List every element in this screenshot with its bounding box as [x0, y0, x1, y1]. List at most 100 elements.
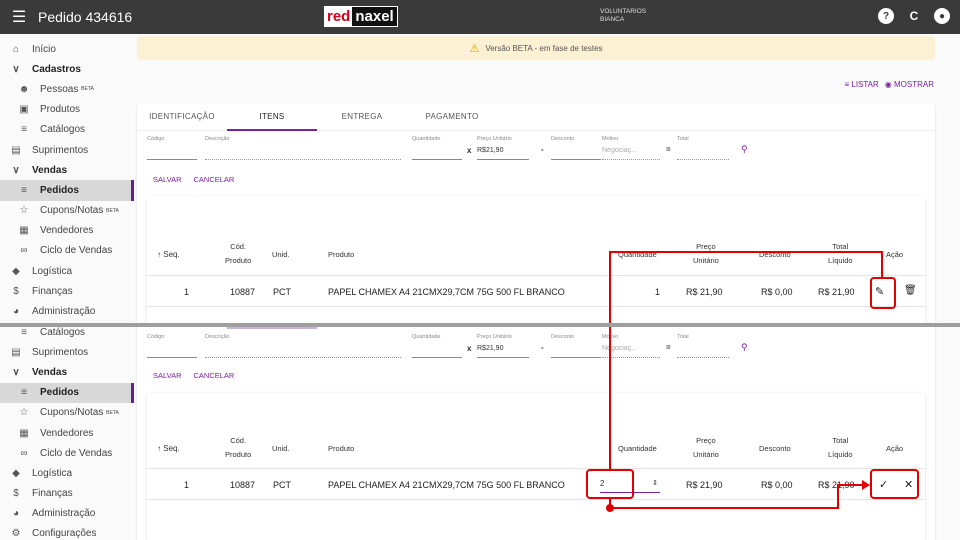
annotation-arrow-line: [837, 484, 863, 486]
sidebar-item-cupons[interactable]: ☆ Cupons/Notas BETA: [0, 403, 134, 423]
mostrar-button[interactable]: ◉ MOSTRAR: [885, 80, 934, 89]
tab-itens[interactable]: ITENS: [227, 103, 317, 131]
people-icon: ☻: [18, 83, 30, 95]
infinity-icon: ∞: [20, 245, 28, 257]
sidebar-item-configuracoes[interactable]: ⚙ Configurações: [0, 524, 134, 540]
header-total: Total Líquido: [828, 240, 853, 268]
header-cod-produto: Cód. Produto: [225, 434, 251, 462]
tab-identificacao[interactable]: IDENTIFICAÇÃO: [137, 103, 227, 130]
sidebar-item-vendedores[interactable]: ▦ Vendedores: [0, 423, 134, 443]
sort-arrow-icon[interactable]: ↑ Seq.: [157, 248, 180, 262]
infinity-icon: ∞: [20, 447, 28, 459]
sidebar-item-suprimentos[interactable]: ▤ Suprimentos: [0, 342, 134, 362]
sidebar-item-produtos[interactable]: ▣ Produtos: [0, 100, 134, 120]
home-icon: ⌂: [12, 43, 20, 55]
beta-badge: BETA: [106, 409, 119, 416]
motivo-select[interactable]: Motivo Negociaç...: [602, 136, 660, 160]
desconto-field[interactable]: Desconto: [551, 136, 601, 160]
cell-quantidade: 1: [655, 287, 661, 297]
page-title: Pedido 434616: [38, 9, 133, 25]
tab-pagamento[interactable]: PAGAMENTO: [407, 103, 497, 130]
annotation-arrowhead: [862, 480, 870, 490]
sidebar-item-logistica[interactable]: ◆ Logística: [0, 463, 134, 483]
quantidade-field[interactable]: Quantidade: [412, 136, 462, 160]
sidebar-item-label: Produtos: [40, 104, 81, 116]
sidebar-item-vendas[interactable]: ∨ Vendas: [0, 160, 134, 180]
motivo-value: Negociaç...: [602, 345, 638, 352]
banner-text: Versão BETA - em fase de testes: [485, 43, 603, 53]
sidebar-item-pedidos[interactable]: ≡ Pedidos: [0, 382, 134, 403]
sidebar-item-label: Suprimentos: [32, 346, 89, 358]
chevron-down-icon: ∨: [12, 164, 20, 176]
salvar-button[interactable]: SALVAR: [153, 175, 181, 184]
sidebar-item-pedidos[interactable]: ≡ Pedidos: [0, 180, 134, 201]
descricao-field[interactable]: Descrição: [205, 334, 401, 358]
descricao-field[interactable]: Descrição: [205, 136, 401, 160]
desconto-field[interactable]: Desconto: [551, 334, 601, 358]
logistics-icon: ◆: [12, 467, 20, 479]
preco-field[interactable]: Preço Unitário R$21,90: [477, 136, 529, 160]
sidebar-item-ciclo-vendas[interactable]: ∞ Ciclo de Vendas: [0, 443, 134, 463]
sidebar-item-cupons[interactable]: ☆ Cupons/Notas BETA: [0, 201, 134, 221]
refresh-icon[interactable]: C: [906, 8, 922, 24]
sidebar-item-financas[interactable]: $ Finanças: [0, 484, 134, 504]
delete-trash-icon[interactable]: 🗑: [904, 285, 917, 296]
sort-arrow-icon[interactable]: ↑ Seq.: [157, 442, 180, 456]
panel-editing-row: ≡ Catálogos ▤ Suprimentos ∨ Vendas ≡ Pedidos…: [0, 327, 960, 540]
sidebar-item-logistica[interactable]: ◆ Logística: [0, 261, 134, 281]
cell-produto: PAPEL CHAMEX A4 21CMX29,7CM 75G 500 FL B…: [328, 287, 565, 297]
menu-icon[interactable]: ☰: [0, 7, 38, 27]
sidebar-item-pessoas[interactable]: ☻ Pessoas BETA: [0, 79, 134, 99]
sidebar-item-administracao[interactable]: ◕ Administração: [0, 301, 134, 321]
total-label: Total: [677, 136, 689, 142]
header-preco-line2: Unitário: [693, 450, 719, 459]
tab-entrega[interactable]: ENTREGA: [317, 103, 407, 130]
sidebar-item-label: Logística: [32, 265, 73, 277]
search-icon[interactable]: ⚲: [741, 342, 748, 353]
rednaxel-logo: red naxel: [324, 6, 398, 27]
header-unid: Unid.: [272, 250, 290, 259]
sidebar-item-vendas[interactable]: ∨ Vendas: [0, 362, 134, 382]
motivo-value: Negociaç...: [602, 147, 638, 154]
header-cod-line1: Cód.: [230, 242, 247, 251]
cancelar-button[interactable]: CANCELAR: [193, 175, 234, 184]
codigo-field[interactable]: Código: [147, 334, 197, 358]
motivo-label: Motivo: [602, 136, 619, 142]
account-icon[interactable]: ●: [934, 8, 950, 24]
sidebar-item-ciclo-vendas[interactable]: ∞ Ciclo de Vendas: [0, 241, 134, 261]
badge-icon: ▦: [19, 225, 29, 237]
coupon-icon: ☆: [19, 205, 29, 217]
header-cod-produto: Cód. Produto: [225, 240, 251, 268]
quantidade-field[interactable]: Quantidade: [412, 334, 462, 358]
header-preco-line2: Unitário: [693, 256, 719, 265]
sidebar-item-catalogos[interactable]: ≡ Catálogos: [0, 120, 134, 140]
sidebar-item-inicio[interactable]: ⌂ Início: [0, 39, 134, 59]
sidebar-item-administracao[interactable]: ◕ Administração: [0, 504, 134, 524]
listar-button[interactable]: ≡ LISTAR: [844, 80, 878, 89]
sidebar-item-vendedores[interactable]: ▦ Vendedores: [0, 221, 134, 241]
beta-banner: ⚠ Versão BETA - em fase de testes: [137, 36, 935, 60]
minus-sign: -: [541, 343, 544, 352]
sidebar-item-label: Finanças: [32, 488, 73, 500]
list-icon: ≡: [21, 387, 27, 399]
codigo-field[interactable]: Código: [147, 136, 197, 160]
minus-sign: -: [541, 145, 544, 154]
sidebar-nav: ≡ Catálogos ▤ Suprimentos ∨ Vendas ≡ Pedidos…: [0, 327, 134, 540]
salvar-button[interactable]: SALVAR: [153, 371, 181, 380]
stepper-arrows-icon[interactable]: ⇕: [652, 479, 658, 487]
sidebar-item-label: Pessoas: [40, 83, 79, 95]
cancelar-button[interactable]: CANCELAR: [193, 371, 234, 380]
preco-field[interactable]: Preço Unitário R$21,90: [477, 334, 529, 358]
annotation-dot: [606, 504, 614, 512]
sidebar-item-label: Vendedores: [40, 225, 94, 237]
help-icon[interactable]: ?: [878, 8, 894, 24]
search-icon[interactable]: ⚲: [741, 144, 748, 155]
cell-desconto: R$ 0,00: [761, 480, 793, 490]
sidebar-item-cadastros[interactable]: ∨ Cadastros: [0, 59, 134, 79]
multiply-sign: x: [467, 146, 472, 155]
sidebar-item-label: Cupons/Notas: [40, 205, 104, 217]
sidebar-item-financas[interactable]: $ Finanças: [0, 281, 134, 301]
sidebar-item-suprimentos[interactable]: ▤ Suprimentos: [0, 140, 134, 160]
list-icon: ≡: [21, 327, 27, 338]
sidebar-item-catalogos[interactable]: ≡ Catálogos: [0, 327, 134, 342]
